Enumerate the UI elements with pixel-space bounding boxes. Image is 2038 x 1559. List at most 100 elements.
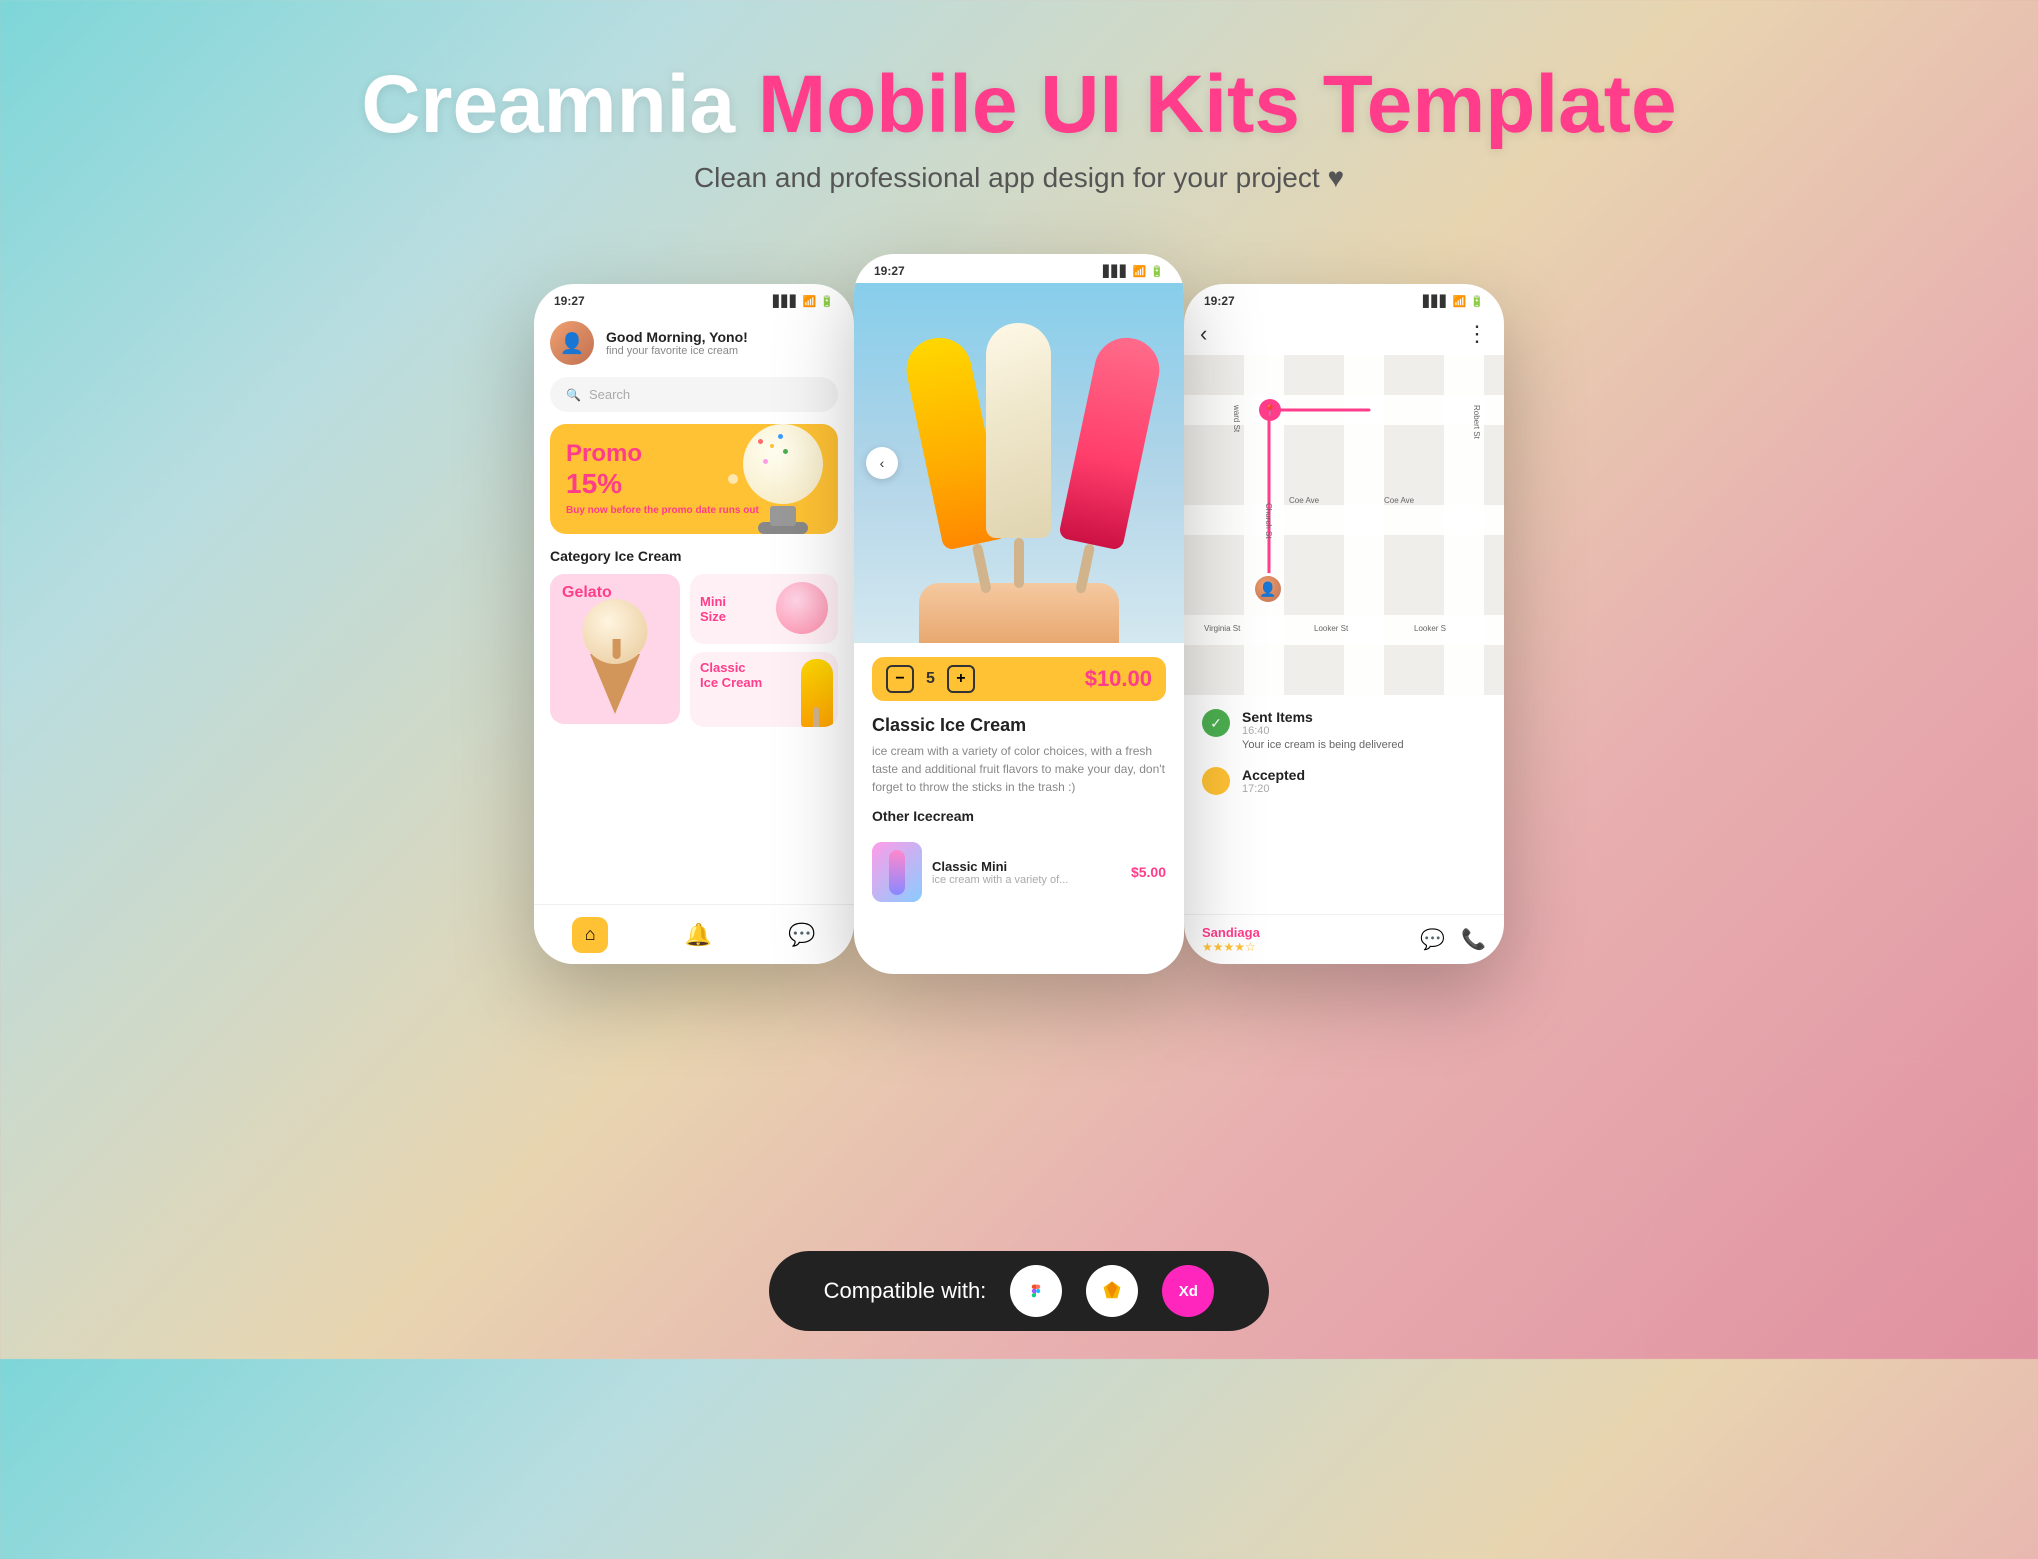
qty-plus-button[interactable]: + [947,665,975,693]
status-icons-right: ▋▋▋ 📶 🔋 [1423,295,1484,308]
map-area: Church St Coe Ave Coe Ave Virginia St Lo… [1184,355,1504,695]
category-right: Mini Size Classic Ice Cream [690,574,838,727]
map-pin-end: 👤 [1252,573,1284,605]
battery-icon: 🔋 [820,295,834,308]
right-bottom: ✓ Sent Items 16:40 Your ice cream is bei… [1184,695,1504,827]
chat-icon: 💬 [788,922,815,947]
figma-icon [1010,1265,1062,1317]
other-item-classic-mini[interactable]: Classic Mini ice cream with a variety of… [872,834,1166,910]
call-icon[interactable]: 📞 [1461,927,1486,952]
svg-text:Robert St: Robert St [1472,405,1481,440]
status-bar-center: 19:27 ▋▋▋ 📶 🔋 [854,254,1184,283]
mini-label2: Size [700,609,765,624]
search-placeholder: Search [589,387,630,402]
greeting-text: Good Morning, Yono! find your favorite i… [606,329,748,357]
signal-icon-c: ▋▋▋ [1103,265,1128,278]
status-icons-center: ▋▋▋ 📶 🔋 [1103,265,1164,278]
category-mini[interactable]: Mini Size [690,574,838,644]
other-item-name: Classic Mini [932,859,1068,874]
svg-text:Church St: Church St [1264,503,1273,539]
svg-text:Looker S: Looker S [1414,624,1446,633]
delivery-item-accepted: Accepted 17:20 [1202,767,1486,797]
left-phone-content: 👤 Good Morning, Yono! find your favorite… [534,321,854,727]
qty-number: 5 [926,670,935,688]
other-title: Other Icecream [872,808,1166,824]
category-title: Category Ice Cream [550,548,838,564]
delivery-desc-sent: Your ice cream is being delivered [1242,739,1404,751]
status-bar-left: 19:27 ▋▋▋ 📶 🔋 [534,284,854,313]
user-name-right: Sandiaga [1202,925,1260,940]
time-left: 19:27 [554,294,585,308]
more-button-right[interactable]: ⋮ [1466,321,1488,347]
battery-icon-c: 🔋 [1150,265,1164,278]
other-item-price: $5.00 [1131,864,1166,880]
signal-icon: ▋▋▋ [773,295,798,308]
promo-icecream-art [728,424,838,534]
price-display: $10.00 [1085,666,1152,692]
product-desc: ice cream with a variety of color choice… [872,742,1166,796]
greeting-sub: find your favorite ice cream [606,345,748,357]
svg-text:Looker St: Looker St [1314,624,1349,633]
category-gelato[interactable]: Gelato [550,574,680,724]
message-icon[interactable]: 💬 [1420,927,1445,952]
user-rating: ★★★★☆ [1202,940,1260,954]
nav-chat[interactable]: 💬 [788,922,815,948]
status-icons-left: ▋▋▋ 📶 🔋 [773,295,834,308]
svg-text:ward St: ward St [1232,404,1241,433]
greeting-name: Good Morning, Yono! [606,329,748,345]
svg-text:Virginia St: Virginia St [1204,624,1241,633]
back-button-center[interactable]: ‹ [866,447,898,479]
bell-icon: 🔔 [685,922,712,947]
other-item-desc: ice cream with a variety of... [932,874,1068,886]
right-footer: Sandiaga ★★★★☆ 💬 📞 [1184,914,1504,964]
center-bottom: − 5 + $10.00 Classic Ice Cream ice cream… [854,643,1184,924]
compatible-bar: Compatible with: Xd [769,1251,1269,1331]
footer-action-icons: 💬 📞 [1420,927,1486,952]
battery-icon-r: 🔋 [1470,295,1484,308]
qty-minus-button[interactable]: − [886,665,914,693]
home-icon: ⌂ [585,924,596,945]
svg-text:Coe Ave: Coe Ave [1384,496,1415,505]
delivery-check-icon: ✓ [1202,709,1230,737]
sketch-icon [1086,1265,1138,1317]
phones-container: 19:27 ▋▋▋ 📶 🔋 👤 Good Morning, Yono! find… [0,234,2038,974]
status-bar-right: 19:27 ▋▋▋ 📶 🔋 [1184,284,1504,313]
bottom-nav-left: ⌂ 🔔 💬 [534,904,854,964]
user-info-right: Sandiaga ★★★★☆ [1202,925,1260,954]
svg-text:Coe Ave: Coe Ave [1289,496,1320,505]
header-section: Creamnia Mobile UI Kits Template Clean a… [0,0,2038,234]
quantity-price-row: − 5 + $10.00 [872,657,1166,701]
product-title: Classic Ice Cream [872,715,1166,736]
xd-label: Xd [1179,1283,1198,1300]
time-center: 19:27 [874,264,905,278]
page-title: Creamnia Mobile UI Kits Template [0,60,2038,150]
time-right: 19:27 [1204,294,1235,308]
nav-home[interactable]: ⌂ [572,917,608,953]
qty-controls: − 5 + [886,665,975,693]
search-icon: 🔍 [566,388,581,402]
category-classic[interactable]: Classic Ice Cream [690,652,838,727]
delivery-time-accepted: 17:20 [1242,783,1305,795]
other-item-img [872,842,922,902]
back-button-right[interactable]: ‹ [1200,321,1207,347]
compatible-label: Compatible with: [824,1278,987,1304]
delivery-info-accepted: Accepted 17:20 [1242,767,1305,797]
delivery-item-sent: ✓ Sent Items 16:40 Your ice cream is bei… [1202,709,1486,751]
map-svg: Church St Coe Ave Coe Ave Virginia St Lo… [1184,355,1504,695]
delivery-status-sent: Sent Items [1242,709,1404,725]
subtitle: Clean and professional app design for yo… [0,162,2038,194]
nav-bell[interactable]: 🔔 [685,922,712,948]
user-avatar: 👤 [550,321,594,365]
phone-left: 19:27 ▋▋▋ 📶 🔋 👤 Good Morning, Yono! find… [534,284,854,964]
mini-label: Mini [700,594,765,609]
promo-banner: Promo 15% Buy now before the promo date … [550,424,838,534]
other-item-info: Classic Mini ice cream with a variety of… [932,859,1068,886]
greeting-section: 👤 Good Morning, Yono! find your favorite… [550,321,838,365]
phone-right: 19:27 ▋▋▋ 📶 🔋 ‹ ⋮ [1184,284,1504,964]
wifi-icon: 📶 [803,295,817,308]
xd-icon: Xd [1162,1265,1214,1317]
phone-center: 19:27 ▋▋▋ 📶 🔋 [854,254,1184,974]
search-bar[interactable]: 🔍 Search [550,377,838,412]
popsicle-image: ‹ [854,283,1184,643]
delivery-dot-icon [1202,767,1230,795]
